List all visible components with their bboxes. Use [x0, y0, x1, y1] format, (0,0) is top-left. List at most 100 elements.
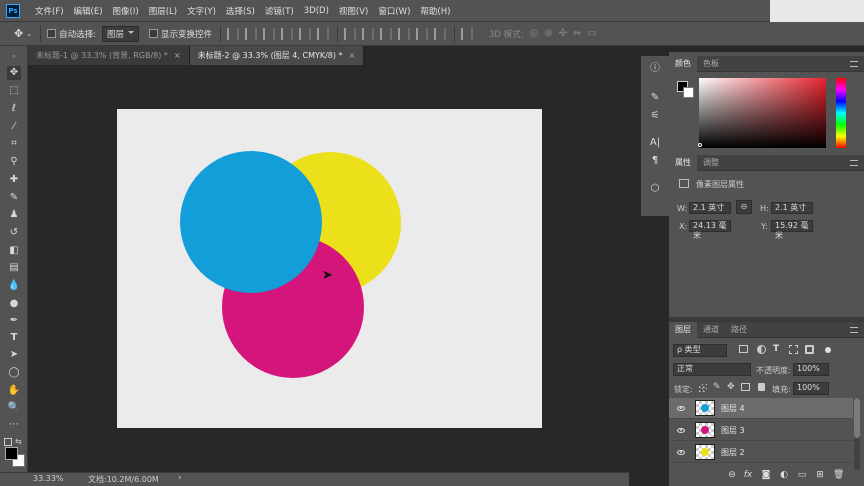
fx-icon[interactable]: fx [743, 470, 753, 480]
delete-layer-icon[interactable]: 🗑 [833, 470, 844, 480]
filter-smart-object-icon[interactable] [805, 345, 814, 354]
lock-transparent-icon[interactable] [699, 384, 707, 392]
layer-filter-dropdown[interactable]: ρ 类型 [673, 344, 727, 357]
distribute-hcenter-icon[interactable] [416, 27, 428, 40]
healing-brush-icon[interactable]: ✚ [7, 173, 21, 187]
eye-icon[interactable] [677, 427, 685, 433]
filter-shape-icon[interactable] [789, 345, 798, 354]
layer-name[interactable]: 图层 2 [721, 447, 745, 458]
distribute-left-icon[interactable] [398, 27, 410, 40]
3d-roll-icon[interactable]: ⊛ [544, 28, 552, 39]
align-top-icon[interactable] [227, 27, 239, 40]
tab-channels[interactable]: 通道 [697, 322, 725, 338]
layer-row-4[interactable]: 图层 4 [669, 398, 853, 419]
default-colors-icon[interactable] [4, 438, 12, 446]
align-left-icon[interactable] [281, 27, 293, 40]
lasso-icon[interactable]: ℓ [7, 102, 21, 116]
align-hcenter-icon[interactable] [299, 27, 311, 40]
panel-menu-icon[interactable] [850, 160, 858, 166]
crop-icon[interactable]: ⌗ [7, 137, 21, 151]
hue-slider[interactable] [836, 78, 846, 148]
zoom-level[interactable]: 33.33% [33, 474, 64, 483]
filter-pixel-icon[interactable] [739, 345, 748, 353]
zoom-icon[interactable]: 🔍 [7, 401, 21, 415]
adjustment-layer-icon[interactable]: ◐ [779, 470, 789, 480]
character-icon[interactable]: A| [648, 136, 662, 150]
show-transform-checkbox[interactable] [148, 29, 158, 38]
align-vcenter-icon[interactable] [245, 27, 257, 40]
brush-icon[interactable]: ✎ [7, 191, 21, 205]
x-field[interactable]: 24.13 毫米 [689, 220, 731, 240]
menu-window[interactable]: 窗口(W) [373, 5, 415, 17]
distribute-vcenter-icon[interactable] [362, 27, 374, 40]
tab-paths[interactable]: 路径 [725, 322, 753, 338]
close-icon[interactable]: × [349, 51, 356, 60]
toolbar-collapse-icon[interactable]: » [7, 50, 21, 64]
tab-swatches[interactable]: 色板 [697, 56, 725, 72]
color-bg-swatch[interactable] [683, 87, 694, 98]
layer-row-2[interactable]: 图层 2 [669, 442, 853, 463]
brush-presets-icon[interactable]: ⚟ [648, 109, 662, 123]
auto-select-dropdown[interactable]: 图层 [101, 25, 139, 42]
move-icon[interactable]: ✥ [7, 66, 21, 80]
auto-align-icon[interactable] [461, 27, 473, 40]
auto-select-checkbox[interactable] [47, 29, 57, 38]
eyedropper-icon[interactable]: ⚲ [7, 155, 21, 169]
status-menu-arrow[interactable]: › [178, 473, 182, 483]
fill-field[interactable]: 100% [793, 382, 829, 395]
close-icon[interactable]: × [174, 51, 181, 60]
menu-view[interactable]: 视图(V) [334, 5, 373, 17]
shape-icon[interactable]: ◯ [7, 366, 21, 380]
dodge-icon[interactable]: ● [7, 297, 21, 311]
panel-menu-icon[interactable] [850, 327, 858, 333]
info-icon[interactable]: ⓘ [648, 62, 662, 76]
menu-image[interactable]: 图像(I) [108, 5, 144, 17]
move-tool-preset[interactable]: ✥ ⌄ [14, 27, 32, 40]
panel-menu-icon[interactable] [850, 61, 858, 67]
3d-pan-icon[interactable]: ✣ [559, 28, 567, 39]
brush-settings-icon[interactable]: ✎ [648, 91, 662, 105]
new-layer-icon[interactable]: ⊞ [815, 470, 825, 480]
blur-icon[interactable]: 💧 [7, 279, 21, 293]
link-layers-icon[interactable]: ⊖ [727, 470, 737, 480]
3d-slide-icon[interactable]: ⇔ [573, 28, 581, 39]
type-icon[interactable]: T [7, 331, 21, 345]
height-field[interactable]: 2.1 英寸 [771, 202, 813, 214]
layer-name[interactable]: 图层 4 [721, 403, 745, 414]
layer-row-3[interactable]: 图层 3 [669, 420, 853, 441]
3d-icon[interactable]: ⬡ [648, 182, 662, 196]
add-mask-icon[interactable]: ◙ [761, 470, 771, 480]
distribute-bottom-icon[interactable] [380, 27, 392, 40]
menu-help[interactable]: 帮助(H) [415, 5, 455, 17]
history-brush-icon[interactable]: ↺ [7, 226, 21, 240]
align-right-icon[interactable] [317, 27, 329, 40]
lock-all-icon[interactable] [758, 383, 765, 391]
layer-scrollbar[interactable] [854, 398, 860, 470]
link-icon[interactable]: ⊖ [736, 200, 752, 214]
menu-select[interactable]: 选择(S) [221, 5, 260, 17]
tab-layers[interactable]: 图层 [669, 321, 697, 338]
tab-document-1[interactable]: 未标题-1 @ 33.3% (背景, RGB/8) * × [28, 46, 190, 65]
menu-file[interactable]: 文件(F) [30, 5, 69, 17]
clone-stamp-icon[interactable]: ♟ [7, 208, 21, 222]
tab-adjustments[interactable]: 调整 [697, 155, 725, 171]
filter-type-icon[interactable]: T [773, 344, 779, 354]
pen-icon[interactable]: ✒ [7, 314, 21, 328]
show-transform-option[interactable]: 显示变换控件 [148, 28, 212, 40]
tab-properties[interactable]: 属性 [669, 154, 697, 171]
menu-layer[interactable]: 图层(L) [144, 5, 182, 17]
distribute-right-icon[interactable] [434, 27, 446, 40]
tab-document-2[interactable]: 未标题-2 @ 33.3% (图层 4, CMYK/8) * × [189, 46, 365, 65]
opacity-field[interactable]: 100% [793, 363, 829, 376]
marquee-icon[interactable]: ⬚ [7, 84, 21, 98]
menu-type[interactable]: 文字(Y) [182, 5, 221, 17]
path-selection-icon[interactable]: ➤ [7, 348, 21, 362]
new-group-icon[interactable]: ▭ [797, 470, 807, 480]
foreground-color-swatch[interactable] [5, 447, 18, 460]
window-controls[interactable] [770, 0, 864, 22]
blend-mode-dropdown[interactable]: 正常 [673, 363, 751, 376]
layer-name[interactable]: 图层 3 [721, 425, 745, 436]
eye-icon[interactable] [677, 449, 685, 455]
eye-icon[interactable] [677, 405, 685, 411]
distribute-top-icon[interactable] [344, 27, 356, 40]
